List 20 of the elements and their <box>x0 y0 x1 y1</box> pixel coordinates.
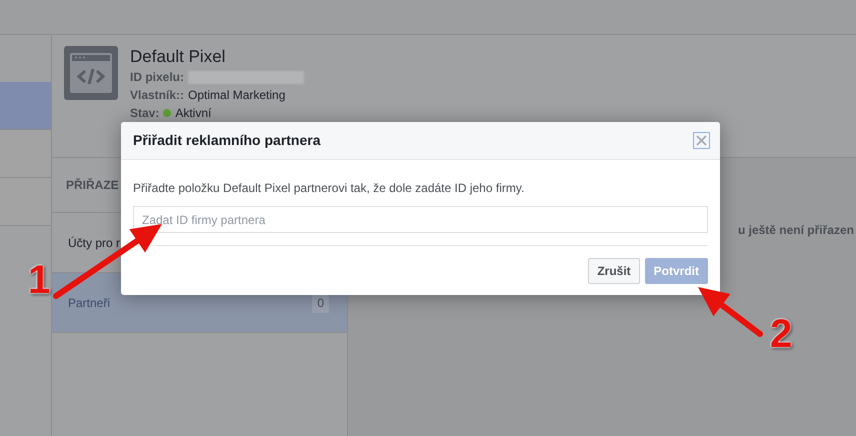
dialog-title: Přiřadit reklamního partnera <box>133 131 321 150</box>
pixel-title: Default Pixel <box>130 46 226 68</box>
section-header: PŘIŘAZE <box>66 177 119 194</box>
annotation-number: 1 <box>28 258 50 302</box>
item-label: Účty pro r <box>68 234 120 252</box>
code-window-icon <box>64 46 118 100</box>
field-label: ID pixelu: <box>130 69 184 86</box>
field-label: Vlastník:: <box>130 87 184 104</box>
field-value: Optimal Marketing <box>188 87 286 104</box>
sidebar-item[interactable] <box>0 82 51 130</box>
annotation-number: 2 <box>770 312 792 356</box>
close-button[interactable] <box>693 132 710 149</box>
partner-id-field[interactable]: Zadat ID firmy partnera <box>133 206 708 233</box>
dialog-message: Přiřadte položku Default Pixel partnerovi tak, že dole zadáte ID jeho firmy. <box>133 180 526 196</box>
field-label: Stav: <box>130 105 160 122</box>
annotation-arrow <box>698 287 763 337</box>
cancel-button[interactable]: Zrušit <box>588 258 640 284</box>
item-label: Partneři <box>68 294 110 312</box>
empty-message: u ještě není přiřazen <box>738 222 854 237</box>
status-value: Aktivní <box>175 105 212 122</box>
